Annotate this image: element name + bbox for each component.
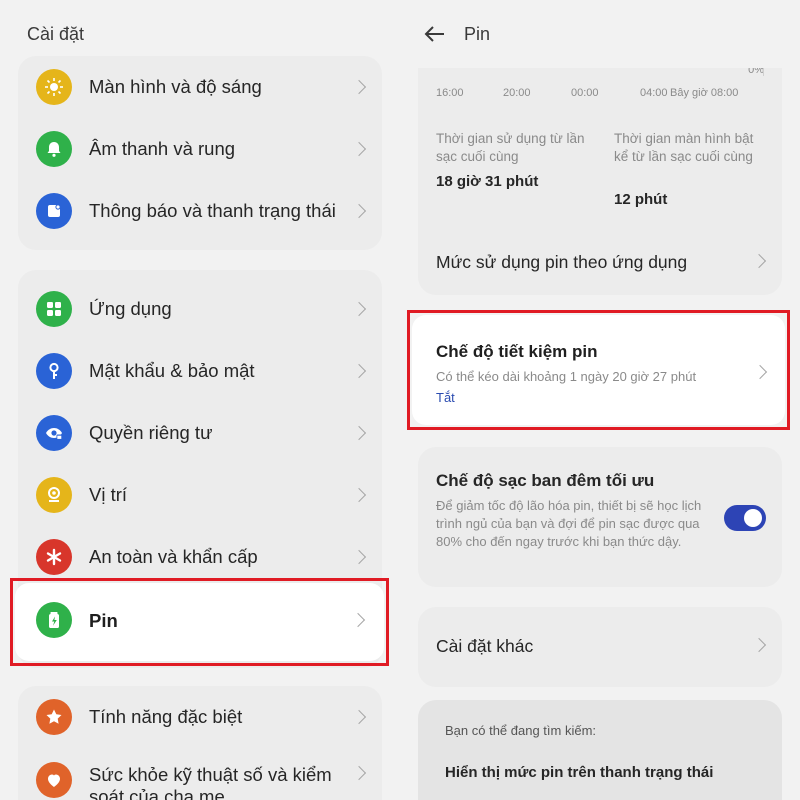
battery-icon	[36, 602, 72, 638]
toggle-knob	[744, 509, 762, 527]
settings-item-digital-wellbeing[interactable]: Sức khỏe kỹ thuật số và kiểm soát của ch…	[18, 748, 382, 800]
settings-item-apps[interactable]: Ứng dụng	[18, 278, 382, 340]
settings-item-label: Pin	[89, 610, 118, 631]
chart-time-label: 16:00	[436, 87, 464, 99]
battery-saver-title: Chế độ tiết kiệm pin	[436, 342, 598, 361]
settings-item-label: Quyền riêng tư	[89, 422, 213, 443]
settings-item-special-features[interactable]: Tính năng đặc biệt	[18, 686, 382, 748]
chevron-right-icon	[751, 637, 767, 653]
chart-time-label: Bây giờ 08:00	[670, 87, 739, 99]
settings-item-battery[interactable]: Pin	[15, 583, 384, 661]
settings-item-display[interactable]: Màn hình và độ sáng	[18, 56, 382, 118]
chevron-right-icon	[351, 487, 367, 503]
battery-saver-status: Tắt	[436, 390, 455, 405]
apps-icon	[36, 291, 72, 327]
back-arrow-icon[interactable]	[424, 23, 446, 45]
battery-saver-subtitle: Có thể kéo dài khoảng 1 ngày 20 giờ 27 p…	[436, 369, 697, 384]
screen-time-label: Thời gian màn hình bật kể từ lần sạc cuố…	[614, 131, 754, 164]
notification-icon	[36, 193, 72, 229]
bell-icon	[36, 131, 72, 167]
eye-lock-icon	[36, 415, 72, 451]
chart-time-label: 20:00	[503, 87, 531, 99]
usage-since-charge-label: Thời gian sử dụng từ lần sạc cuối cùng	[436, 131, 585, 164]
usage-since-charge-value: 18 giờ 31 phút	[436, 173, 539, 190]
asterisk-icon	[36, 539, 72, 575]
settings-item-label: An toàn và khẩn cấp	[89, 546, 258, 567]
chevron-right-icon	[351, 79, 367, 95]
app-usage-label: Mức sử dụng pin theo ứng dụng	[436, 252, 688, 272]
night-charge-card: Chế độ sạc ban đêm tối ưu Để giảm tốc độ…	[418, 447, 782, 587]
chevron-right-icon	[350, 612, 366, 628]
settings-item-label: Màn hình và độ sáng	[89, 76, 262, 97]
chevron-right-icon	[351, 363, 367, 379]
app-usage-row[interactable]: Mức sử dụng pin theo ứng dụng	[418, 230, 782, 294]
heart-icon	[36, 762, 72, 798]
settings-item-sound[interactable]: Âm thanh và rung	[18, 118, 382, 180]
chevron-right-icon	[751, 253, 767, 269]
key-icon	[36, 353, 72, 389]
settings-item-label: Ứng dụng	[89, 298, 172, 319]
other-settings-label: Cài đặt khác	[436, 636, 534, 656]
chevron-right-icon	[351, 425, 367, 441]
chart-time-label: 00:00	[571, 87, 599, 99]
chevron-right-icon	[351, 549, 367, 565]
page-title: Pin	[464, 23, 491, 44]
settings-group-special: Tính năng đặc biệt Sức khỏe kỹ thuật số …	[18, 686, 382, 800]
battery-usage-card: 0% 16:00 20:00 00:00 04:00 Bây giờ 08:00…	[418, 30, 782, 295]
battery-header: Pin	[400, 0, 800, 68]
settings-item-privacy[interactable]: Quyền riêng tư	[18, 402, 382, 464]
night-charge-description: Để giảm tốc độ lão hóa pin, thiết bị sẽ …	[436, 498, 702, 549]
settings-item-label: Sức khỏe kỹ thuật số và kiểm soát của ch…	[89, 764, 332, 800]
settings-item-location[interactable]: Vị trí	[18, 464, 382, 526]
chevron-right-icon	[351, 141, 367, 157]
chevron-right-icon	[351, 709, 367, 725]
settings-item-label: Âm thanh và rung	[89, 138, 236, 159]
chart-time-label: 04:00	[640, 87, 668, 99]
chevron-right-icon	[351, 203, 367, 219]
battery-saver-row[interactable]: Chế độ tiết kiệm pin Có thể kéo dài khoả…	[412, 315, 785, 425]
settings-item-notifications[interactable]: Thông báo và thanh trạng thái	[18, 180, 382, 242]
night-charge-title: Chế độ sạc ban đêm tối ưu	[436, 471, 655, 490]
battery-screen: 0% 16:00 20:00 00:00 04:00 Bây giờ 08:00…	[400, 0, 800, 800]
settings-item-label: Mật khẩu & bảo mật	[89, 360, 255, 381]
settings-group-display: Màn hình và độ sáng Âm thanh và rung Thô…	[18, 56, 382, 250]
settings-screen: Cài đặt Màn hình và độ sáng Âm thanh và …	[0, 0, 400, 800]
other-settings-row[interactable]: Cài đặt khác	[418, 607, 782, 687]
night-charge-toggle[interactable]	[724, 505, 766, 531]
label-line: soát của cha mẹ	[89, 786, 225, 800]
chevron-right-icon	[351, 301, 367, 317]
star-icon	[36, 699, 72, 735]
settings-item-label: Tính năng đặc biệt	[89, 706, 243, 727]
suggestion-item[interactable]: Hiển thị mức pin trên thanh trạng thái	[445, 764, 713, 781]
settings-item-label: Vị trí	[89, 484, 128, 505]
page-title: Cài đặt	[27, 23, 85, 44]
sun-icon	[36, 69, 72, 105]
chevron-right-icon	[752, 364, 768, 380]
suggestions-heading: Bạn có thể đang tìm kiếm:	[445, 723, 597, 738]
screen-time-value: 12 phút	[614, 191, 668, 208]
settings-item-label: Thông báo và thanh trạng thái	[89, 200, 336, 221]
chevron-right-icon	[351, 765, 367, 781]
label-line: Sức khỏe kỹ thuật số và kiểm	[89, 764, 332, 785]
search-suggestions-card: Bạn có thể đang tìm kiếm: Hiển thị mức p…	[418, 700, 782, 800]
location-icon	[36, 477, 72, 513]
settings-item-security[interactable]: Mật khẩu & bảo mật	[18, 340, 382, 402]
